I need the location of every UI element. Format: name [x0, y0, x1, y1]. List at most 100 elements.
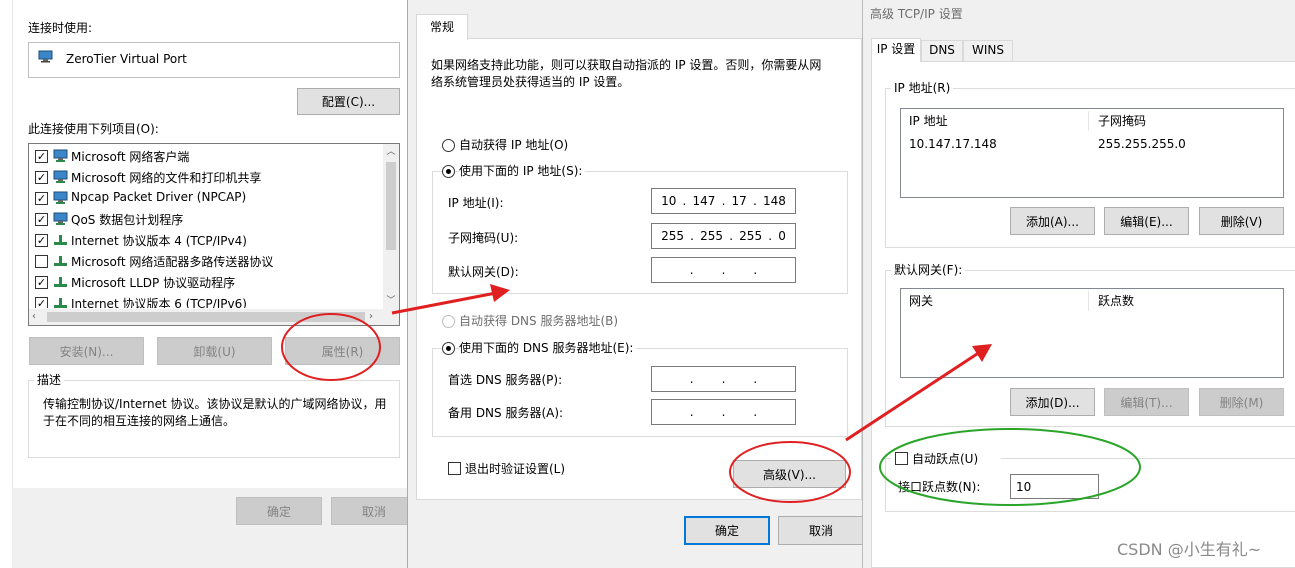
ip-dot: . — [753, 263, 758, 277]
list-item[interactable]: ✓ Internet 协议版本 4 (TCP/IPv4) — [35, 230, 375, 251]
item-checkbox[interactable]: ✓ — [35, 171, 48, 184]
alternate-dns-input[interactable]: ... — [651, 399, 796, 425]
validate-checkbox[interactable] — [448, 462, 461, 475]
gw-delete-button[interactable]: 删除(M) — [1199, 388, 1284, 416]
subnet-input[interactable]: 255. 255. 255. 0 — [651, 223, 796, 249]
alternate-dns-label: 备用 DNS 服务器(A): — [448, 406, 564, 420]
configure-button[interactable]: 配置(C)... — [297, 88, 400, 115]
ip-edit-button[interactable]: 编辑(E)... — [1104, 207, 1189, 235]
dialog-edge — [12, 0, 13, 490]
ip-address-input[interactable]: 10. 147. 17. 148 — [651, 188, 796, 214]
ip-address-table[interactable]: IP 地址 子网掩码 10.147.17.148 255.255.255.0 — [900, 108, 1284, 198]
item-label: Internet 协议版本 6 (TCP/IPv6) — [71, 297, 247, 308]
h-scrollbar-thumb[interactable] — [47, 312, 365, 322]
network-client-icon — [53, 149, 68, 162]
use-dns-radio[interactable] — [442, 342, 455, 355]
ip-table-cell-mask[interactable]: 255.255.255.0 — [1098, 136, 1186, 152]
list-item[interactable]: ✓ Internet 协议版本 6 (TCP/IPv6) — [35, 293, 375, 308]
ip-dot: . — [721, 263, 726, 277]
ip-table-header-mask: 子网掩码 — [1098, 114, 1147, 128]
middle-ok-button[interactable]: 确定 — [684, 516, 770, 545]
ip-table-cell-ip[interactable]: 10.147.17.148 — [909, 136, 997, 152]
advanced-button[interactable]: 高级(V)... — [733, 460, 846, 488]
list-item[interactable]: ✓ QoS 数据包计划程序 — [35, 209, 375, 230]
auto-metric-label: 自动跃点(U) — [912, 452, 979, 466]
list-item[interactable]: Microsoft 网络适配器多路传送器协议 — [35, 251, 375, 272]
vertical-scrollbar[interactable]: ︿ ﹀ — [383, 144, 399, 309]
scroll-left-icon[interactable]: ‹ — [32, 309, 44, 325]
ip-table-header-ip: IP 地址 — [909, 114, 948, 128]
network-adapter-icon — [38, 50, 53, 63]
connect-using-label: 连接时使用: — [28, 21, 93, 35]
tab-general[interactable]: 常规 — [416, 14, 468, 40]
auto-dns-radio[interactable] — [442, 315, 455, 328]
gateway-label: 默认网关(D): — [448, 265, 519, 279]
gw-add-button[interactable]: 添加(D)... — [1010, 388, 1095, 416]
item-label: Microsoft 网络客户端 — [71, 150, 190, 164]
list-item[interactable]: ✓ Microsoft 网络客户端 — [35, 146, 375, 167]
interface-metric-input[interactable]: 10 — [1010, 474, 1099, 499]
items-list[interactable]: ✓ Microsoft 网络客户端 ✓ Microsoft 网络的文件和打印机共享 ✓ N… — [28, 143, 400, 326]
item-label: Internet 协议版本 4 (TCP/IPv4) — [71, 234, 247, 248]
scroll-up-icon[interactable]: ︿ — [383, 144, 399, 160]
preferred-dns-label: 首选 DNS 服务器(P): — [448, 373, 563, 387]
auto-metric-checkbox[interactable] — [895, 452, 908, 465]
column-divider — [1088, 291, 1089, 311]
network-driver-icon — [53, 191, 68, 204]
ip-delete-button[interactable]: 删除(V) — [1199, 207, 1284, 235]
horizontal-scrollbar[interactable]: ‹ › — [29, 309, 399, 325]
middle-cancel-button[interactable]: 取消 — [778, 516, 864, 545]
subnet-octet-1: 255 — [661, 229, 684, 243]
use-dns-label: 使用下面的 DNS 服务器地址(E): — [459, 340, 637, 356]
scroll-right-icon[interactable]: › — [369, 309, 381, 325]
gateway-table-header-metric: 跃点数 — [1098, 294, 1135, 308]
ip-dot: . — [752, 194, 757, 208]
left-cancel-button[interactable]: 取消 — [331, 497, 410, 525]
ip-dot: . — [753, 372, 758, 386]
item-checkbox[interactable]: ✓ — [35, 234, 48, 247]
item-checkbox[interactable]: ✓ — [35, 150, 48, 163]
install-button[interactable]: 安装(N)... — [29, 337, 144, 365]
gateway-table[interactable]: 网关 跃点数 — [900, 288, 1284, 378]
preferred-dns-input[interactable]: ... — [651, 366, 796, 392]
subnet-label: 子网掩码(U): — [448, 231, 519, 245]
item-checkbox[interactable]: ✓ — [35, 276, 48, 289]
intro-line-1: 如果网络支持此功能，则可以获取自动指派的 IP 设置。否则，你需要从网 — [431, 58, 822, 72]
list-item[interactable]: ✓ Npcap Packet Driver (NPCAP) — [35, 188, 375, 209]
gw-edit-button[interactable]: 编辑(T)... — [1104, 388, 1189, 416]
properties-button[interactable]: 属性(R) — [285, 337, 400, 365]
subnet-octet-2: 255 — [700, 229, 724, 243]
item-checkbox[interactable] — [35, 255, 48, 268]
list-item[interactable]: ✓ Microsoft 网络的文件和打印机共享 — [35, 167, 375, 188]
item-checkbox[interactable]: ✓ — [35, 297, 48, 308]
tab-dns[interactable]: DNS — [921, 40, 963, 62]
item-checkbox[interactable]: ✓ — [35, 192, 48, 205]
item-checkbox[interactable]: ✓ — [35, 213, 48, 226]
auto-ip-radio[interactable] — [442, 139, 455, 152]
protocol-icon — [54, 277, 67, 287]
ip-add-button[interactable]: 添加(A)... — [1010, 207, 1095, 235]
tab-wins[interactable]: WINS — [963, 40, 1013, 62]
scrollbar-thumb[interactable] — [386, 162, 396, 250]
scroll-down-icon[interactable]: ﹀ — [383, 293, 399, 309]
network-share-icon — [53, 170, 68, 183]
ip-group-label: IP 地址(R) — [891, 80, 954, 96]
tab-ip-settings[interactable]: IP 设置 — [871, 38, 921, 62]
left-ok-button[interactable]: 确定 — [236, 497, 322, 525]
ip-dot: . — [689, 405, 694, 419]
ip-dot: . — [753, 405, 758, 419]
list-item[interactable]: ✓ Microsoft LLDP 协议驱动程序 — [35, 272, 375, 293]
gateway-group-label: 默认网关(F): — [891, 262, 966, 278]
gateway-input[interactable]: ... — [651, 257, 796, 283]
interface-metric-label: 接口跃点数(N): — [898, 480, 981, 494]
ip-dot: . — [721, 372, 726, 386]
ip-dot: . — [721, 194, 726, 208]
item-label: Microsoft LLDP 协议驱动程序 — [71, 276, 236, 290]
use-ip-radio[interactable] — [442, 165, 455, 178]
ip-octet-4: 148 — [762, 194, 786, 208]
subnet-octet-4: 0 — [778, 229, 786, 243]
uninstall-button[interactable]: 卸载(U) — [157, 337, 272, 365]
watermark: CSDN @小生有礼~ — [1117, 540, 1262, 559]
item-label: Microsoft 网络适配器多路传送器协议 — [71, 255, 274, 269]
protocol-icon — [54, 298, 67, 308]
